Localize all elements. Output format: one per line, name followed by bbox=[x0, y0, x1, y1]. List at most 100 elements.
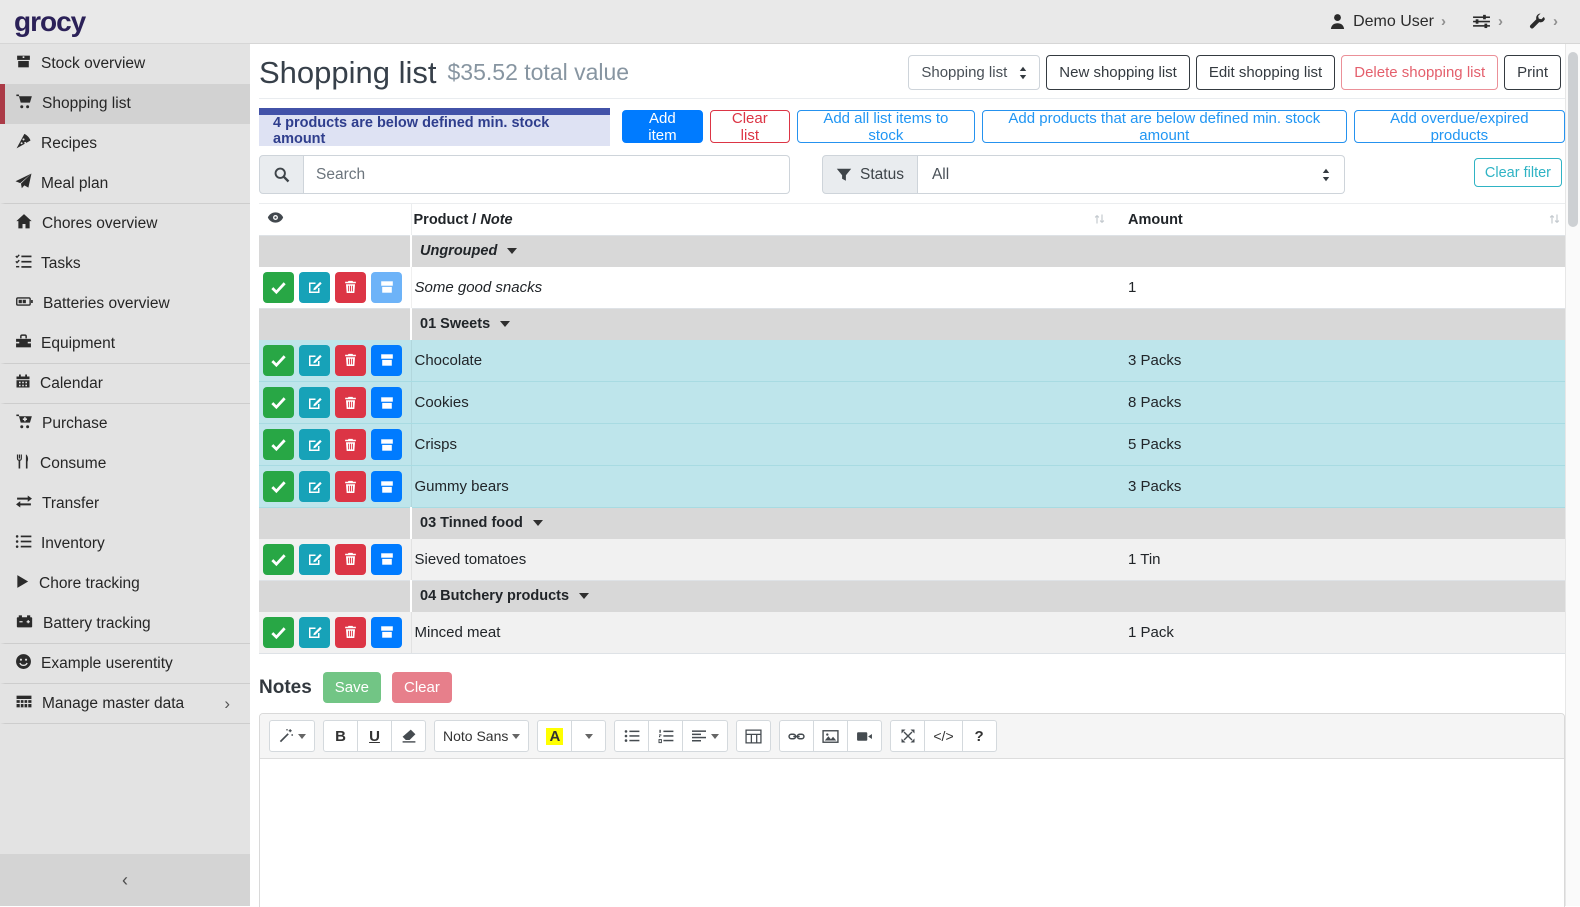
sidebar-collapse-button[interactable]: ‹ bbox=[0, 854, 250, 906]
product-group-row[interactable]: 03 Tinned food bbox=[259, 508, 1565, 539]
add-to-stock-button[interactable] bbox=[371, 345, 402, 376]
bold-button[interactable]: B bbox=[323, 720, 358, 752]
sidebar-item-purchase[interactable]: Purchase bbox=[0, 404, 250, 444]
status-select[interactable]: All bbox=[918, 155, 1345, 194]
product-column-header[interactable]: Product / Note bbox=[411, 204, 1120, 236]
sidebar-item-tasks[interactable]: Tasks bbox=[0, 244, 250, 284]
sidebar-item-manage-master-data[interactable]: Manage master data› bbox=[0, 684, 250, 724]
ordered-list-button[interactable] bbox=[648, 720, 683, 752]
scrollbar-thumb[interactable] bbox=[1568, 52, 1578, 227]
insert-link-button[interactable] bbox=[779, 720, 814, 752]
delete-shopping-list-button[interactable]: Delete shopping list bbox=[1341, 55, 1498, 90]
help-button[interactable]: ? bbox=[962, 720, 997, 752]
user-menu[interactable]: Demo User › bbox=[1329, 13, 1446, 31]
edit-item-button[interactable] bbox=[299, 544, 330, 575]
sidebar-item-chores-overview[interactable]: Chores overview bbox=[0, 204, 250, 244]
settings-menu[interactable]: › bbox=[1472, 13, 1503, 30]
unordered-list-button[interactable] bbox=[614, 720, 649, 752]
add-overdue-button[interactable]: Add overdue/expired products bbox=[1354, 110, 1565, 143]
edit-item-button[interactable] bbox=[299, 345, 330, 376]
new-shopping-list-button[interactable]: New shopping list bbox=[1046, 55, 1190, 90]
code-view-button[interactable]: </> bbox=[924, 720, 962, 752]
underline-button[interactable]: U bbox=[357, 720, 392, 752]
sidebar-item-inventory[interactable]: Inventory bbox=[0, 524, 250, 564]
sidebar-item-label: Equipment bbox=[41, 335, 115, 353]
vertical-scrollbar[interactable] bbox=[1565, 44, 1580, 906]
shopping-list-select[interactable]: Shopping list bbox=[908, 55, 1040, 90]
mark-done-button[interactable] bbox=[263, 387, 294, 418]
insert-image-button[interactable] bbox=[813, 720, 848, 752]
sidebar-item-recipes[interactable]: Recipes bbox=[0, 124, 250, 164]
notes-save-button[interactable]: Save bbox=[323, 672, 381, 703]
mark-done-button[interactable] bbox=[263, 345, 294, 376]
add-below-min-button[interactable]: Add products that are below defined min.… bbox=[982, 110, 1347, 143]
print-button[interactable]: Print bbox=[1504, 55, 1561, 90]
mark-done-button[interactable] bbox=[263, 617, 294, 648]
delete-item-button[interactable] bbox=[335, 345, 366, 376]
clear-list-button[interactable]: Clear list bbox=[710, 110, 790, 143]
sort-icon[interactable] bbox=[1093, 213, 1106, 229]
table-row: Sieved tomatoes1 Tin bbox=[259, 539, 1565, 581]
edit-item-button[interactable] bbox=[299, 429, 330, 460]
delete-item-button[interactable] bbox=[335, 471, 366, 502]
fullscreen-button[interactable] bbox=[890, 720, 925, 752]
notes-editor-body[interactable] bbox=[260, 759, 1564, 907]
add-all-to-stock-button[interactable]: Add all list items to stock bbox=[797, 110, 975, 143]
add-to-stock-button[interactable] bbox=[371, 617, 402, 648]
sidebar-item-stock-overview[interactable]: Stock overview bbox=[0, 44, 250, 84]
add-to-stock-button[interactable] bbox=[371, 471, 402, 502]
delete-item-button[interactable] bbox=[335, 272, 366, 303]
amount-column-header[interactable]: Amount bbox=[1120, 204, 1565, 236]
add-item-button[interactable]: Add item bbox=[622, 110, 703, 143]
mark-done-button[interactable] bbox=[263, 544, 294, 575]
product-name: Chocolate bbox=[411, 340, 1120, 382]
clear-format-button[interactable] bbox=[391, 720, 426, 752]
product-group-row[interactable]: 01 Sweets bbox=[259, 309, 1565, 340]
edit-item-button[interactable] bbox=[299, 272, 330, 303]
font-family-button[interactable]: Noto Sans bbox=[434, 720, 529, 752]
add-to-stock-button[interactable] bbox=[371, 272, 402, 303]
mark-done-button[interactable] bbox=[263, 429, 294, 460]
mark-done-button[interactable] bbox=[263, 471, 294, 502]
sidebar-item-battery-tracking[interactable]: Battery tracking bbox=[0, 604, 250, 644]
sidebar-item-label: Tasks bbox=[41, 255, 81, 273]
insert-table-button[interactable] bbox=[736, 720, 771, 752]
sidebar-item-shopping-list[interactable]: Shopping list bbox=[0, 84, 250, 124]
sort-icon[interactable] bbox=[1548, 213, 1561, 229]
sidebar-item-equipment[interactable]: Equipment bbox=[0, 324, 250, 364]
edit-shopping-list-button[interactable]: Edit shopping list bbox=[1196, 55, 1335, 90]
add-to-stock-button[interactable] bbox=[371, 387, 402, 418]
product-group-row[interactable]: Ungrouped bbox=[259, 236, 1565, 267]
edit-item-button[interactable] bbox=[299, 471, 330, 502]
product-amount: 3 Packs bbox=[1120, 340, 1565, 382]
search-input[interactable] bbox=[304, 155, 790, 194]
insert-video-button[interactable] bbox=[847, 720, 882, 752]
product-group-row[interactable]: 04 Butchery products bbox=[259, 581, 1565, 612]
sidebar-item-example-userentity[interactable]: Example userentity bbox=[0, 644, 250, 684]
mark-done-button[interactable] bbox=[263, 272, 294, 303]
group-name: Ungrouped bbox=[420, 243, 497, 259]
clear-filter-button[interactable]: Clear filter bbox=[1474, 158, 1562, 187]
delete-item-button[interactable] bbox=[335, 544, 366, 575]
sidebar-item-transfer[interactable]: Transfer bbox=[0, 484, 250, 524]
text-color-caret-button[interactable] bbox=[571, 720, 606, 752]
sidebar-item-meal-plan[interactable]: Meal plan bbox=[0, 164, 250, 204]
sidebar-item-calendar[interactable]: Calendar bbox=[0, 364, 250, 404]
edit-item-button[interactable] bbox=[299, 387, 330, 418]
sidebar-item-batteries-overview[interactable]: Batteries overview bbox=[0, 284, 250, 324]
notes-clear-button[interactable]: Clear bbox=[392, 672, 452, 703]
paragraph-align-button[interactable] bbox=[682, 720, 728, 752]
edit-item-button[interactable] bbox=[299, 617, 330, 648]
delete-item-button[interactable] bbox=[335, 387, 366, 418]
delete-item-button[interactable] bbox=[335, 617, 366, 648]
sidebar-item-consume[interactable]: Consume bbox=[0, 444, 250, 484]
magic-style-button[interactable] bbox=[269, 720, 315, 752]
header-controls: Shopping list New shopping list Edit sho… bbox=[908, 55, 1565, 90]
sidebar-item-chore-tracking[interactable]: Chore tracking bbox=[0, 564, 250, 604]
add-to-stock-button[interactable] bbox=[371, 544, 402, 575]
delete-item-button[interactable] bbox=[335, 429, 366, 460]
text-color-button[interactable]: A bbox=[537, 720, 572, 752]
add-to-stock-button[interactable] bbox=[371, 429, 402, 460]
admin-menu[interactable]: › bbox=[1529, 13, 1558, 30]
wrench-icon bbox=[1529, 13, 1546, 30]
